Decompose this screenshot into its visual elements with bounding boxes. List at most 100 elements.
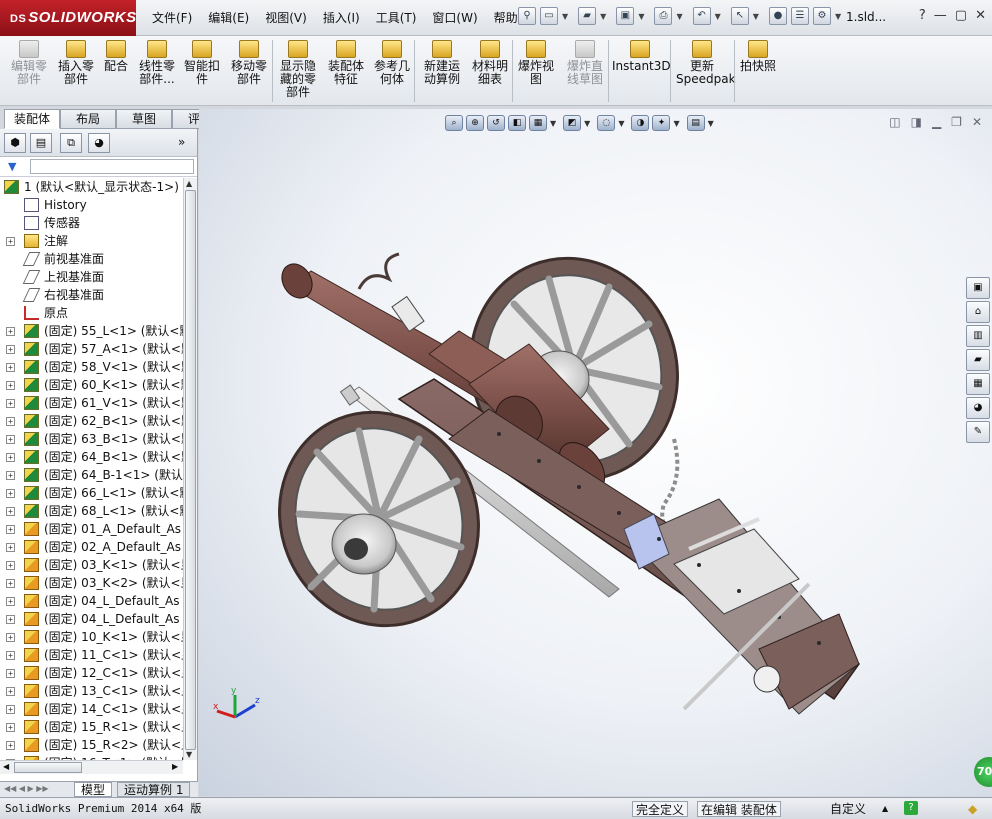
tree-item[interactable]: + (固定) 04_L_Default_As [0,592,183,610]
expand-panel-icon[interactable]: » [178,135,185,149]
undo-icon[interactable]: ↶ [692,7,711,25]
tree-horizontal-scrollbar[interactable]: ◀ ▶ [0,760,183,774]
expand-icon[interactable]: + [6,327,15,336]
tree-item[interactable]: 原点 [0,304,183,322]
expand-icon[interactable]: + [6,237,15,246]
ribbon-button-1[interactable]: 插入零 部件 [54,38,98,86]
expand-icon[interactable]: + [6,417,15,426]
tree-item[interactable]: + (固定) 58_V<1> (默认<默 [0,358,183,376]
expand-icon[interactable]: + [6,345,15,354]
scroll-up-icon[interactable]: ▲ [186,179,192,188]
help-icon[interactable]: ? [919,8,926,23]
rebuild-icon[interactable]: ● [768,7,787,25]
appearances-icon[interactable]: ◕ [966,397,990,419]
expand-icon[interactable]: + [6,615,15,624]
cannon-model[interactable]: x y z [199,109,992,796]
expand-icon[interactable]: + [6,453,15,462]
ribbon-button-11[interactable]: 爆炸视 图 [514,38,558,86]
expand-icon[interactable]: + [6,723,15,732]
feature-manager-tab-icon[interactable]: ⬢ [4,133,26,153]
menu-item-0[interactable]: 文件(F) [144,9,200,26]
chevron-down-icon[interactable]: ▼ [638,12,644,21]
tree-item[interactable]: + (固定) 60_K<1> (默认<默 [0,376,183,394]
tree-item[interactable]: + (固定) 64_B-1<1> (默认< [0,466,183,484]
tree-item[interactable]: + (固定) 61_V<1> (默认<默 [0,394,183,412]
ribbon-button-3[interactable]: 线性零 部件... [134,38,180,86]
scroll-right-icon[interactable]: ▶ [172,762,178,771]
ribbon-button-15[interactable]: 拍快照 [736,38,780,73]
scroll-thumb[interactable] [185,190,196,750]
ribbon-button-5[interactable]: 移动零 部件 [226,38,272,86]
tree-item[interactable]: + (固定) 10_K<1> (默认<显 [0,628,183,646]
expand-icon[interactable]: + [6,741,15,750]
chevron-down-icon[interactable]: ▼ [835,12,841,21]
expand-icon[interactable]: + [6,669,15,678]
tree-item[interactable]: + (固定) 62_B<1> (默认<默 [0,412,183,430]
chevron-down-icon[interactable]: ▼ [562,12,568,21]
design-library-icon[interactable]: ▥ [966,325,990,347]
configuration-manager-tab-icon[interactable]: ⧉ [60,133,82,153]
graphics-area[interactable]: ⌕ ⊕ ↺ ◧ ▦▼ ◩▼ ◌▼ ◑ ✦▼ ▤▼ ◫ ◨ ▁ ❐ ✕ [199,109,992,796]
tree-vertical-scrollbar[interactable]: ▲ ▼ [183,178,197,760]
help-icon[interactable]: ? [904,801,918,815]
tree-root[interactable]: 1 (默认<默认_显示状态-1>) [0,178,183,196]
tab-nav-arrows-icon[interactable]: ◀◀ ◀ ▶ ▶▶ [4,784,49,793]
tab-model[interactable]: 模型 [74,782,113,797]
tree-item[interactable]: 前视基准面 [0,250,183,268]
pin-icon[interactable]: ⚲ [518,7,536,25]
tab-motion-study[interactable]: 运动算例 1 [117,782,191,797]
expand-icon[interactable]: + [6,435,15,444]
tree-item[interactable]: History [0,196,183,214]
tree-item[interactable]: + (固定) 02_A_Default_As [0,538,183,556]
expand-icon[interactable]: + [6,381,15,390]
units-selector[interactable]: 自定义 [830,801,866,817]
ribbon-button-8[interactable]: 参考几 何体 [370,38,414,86]
menu-item-4[interactable]: 工具(T) [368,9,425,26]
tree-item[interactable]: + (固定) 01_A_Default_As [0,520,183,538]
expand-icon[interactable]: + [6,507,15,516]
expand-icon[interactable]: + [6,471,15,480]
ribbon-button-2[interactable]: 配合 [100,38,132,73]
ribbon-button-6[interactable]: 显示隐 藏的零 部件 [274,38,322,99]
tree-item[interactable]: + (固定) 55_L<1> (默认<默 [0,322,183,340]
ribbon-button-4[interactable]: 智能扣 件 [180,38,224,86]
ribbon-button-13[interactable]: Instant3D [612,38,671,73]
tree-item[interactable]: + (固定) 15_R<1> (默认<显 [0,718,183,736]
tree-item[interactable]: + (固定) 14_C<1> (默认<显 [0,700,183,718]
property-manager-tab-icon[interactable]: ▤ [30,133,52,153]
file-properties-icon[interactable]: ☰ [790,7,809,25]
file-explorer-icon[interactable]: ▰ [966,349,990,371]
new-document-icon[interactable]: ▭ [540,7,558,25]
save-icon[interactable]: ▣ [616,7,635,25]
open-icon[interactable]: ▰ [578,7,597,25]
tree-item[interactable]: 上视基准面 [0,268,183,286]
ribbon-button-14[interactable]: 更新 Speedpak [676,38,736,86]
options-icon[interactable]: ⚙ [812,7,831,25]
tree-item[interactable]: + (固定) 03_K<2> (默认<显 [0,574,183,592]
expand-icon[interactable]: + [6,633,15,642]
menu-item-5[interactable]: 窗口(W) [424,9,485,26]
restore-button[interactable]: ▢ [955,8,967,23]
expand-icon[interactable]: + [6,543,15,552]
tree-item[interactable]: + (固定) 13_C<1> (默认<显 [0,682,183,700]
scroll-down-icon[interactable]: ▼ [186,750,192,759]
filter-input[interactable] [30,159,194,174]
menu-item-1[interactable]: 编辑(E) [200,9,257,26]
hscroll-thumb[interactable] [14,762,82,773]
expand-icon[interactable]: + [6,399,15,408]
expand-icon[interactable]: + [6,579,15,588]
command-tab-0[interactable]: 装配体 [4,109,60,129]
ribbon-button-12[interactable]: 爆炸直 线草图 [560,38,610,86]
expand-icon[interactable]: + [6,489,15,498]
units-chevron-icon[interactable]: ▲ [882,801,888,817]
command-tab-2[interactable]: 草图 [116,109,172,129]
tree-item[interactable]: + 注解 [0,232,183,250]
ribbon-button-9[interactable]: 新建运 动算例 [418,38,466,86]
tree-item[interactable]: + (固定) 63_B<1> (默认<默 [0,430,183,448]
custom-properties-icon[interactable]: ✎ [966,421,990,443]
solidworks-resources-icon[interactable]: ▣ [966,277,990,299]
display-manager-tab-icon[interactable]: ◕ [88,133,110,153]
tree-item[interactable]: + (固定) 03_K<1> (默认<显 [0,556,183,574]
tag-icon[interactable]: ◆ [968,801,977,817]
tree-item[interactable]: + (固定) 57_A<1> (默认<默 [0,340,183,358]
